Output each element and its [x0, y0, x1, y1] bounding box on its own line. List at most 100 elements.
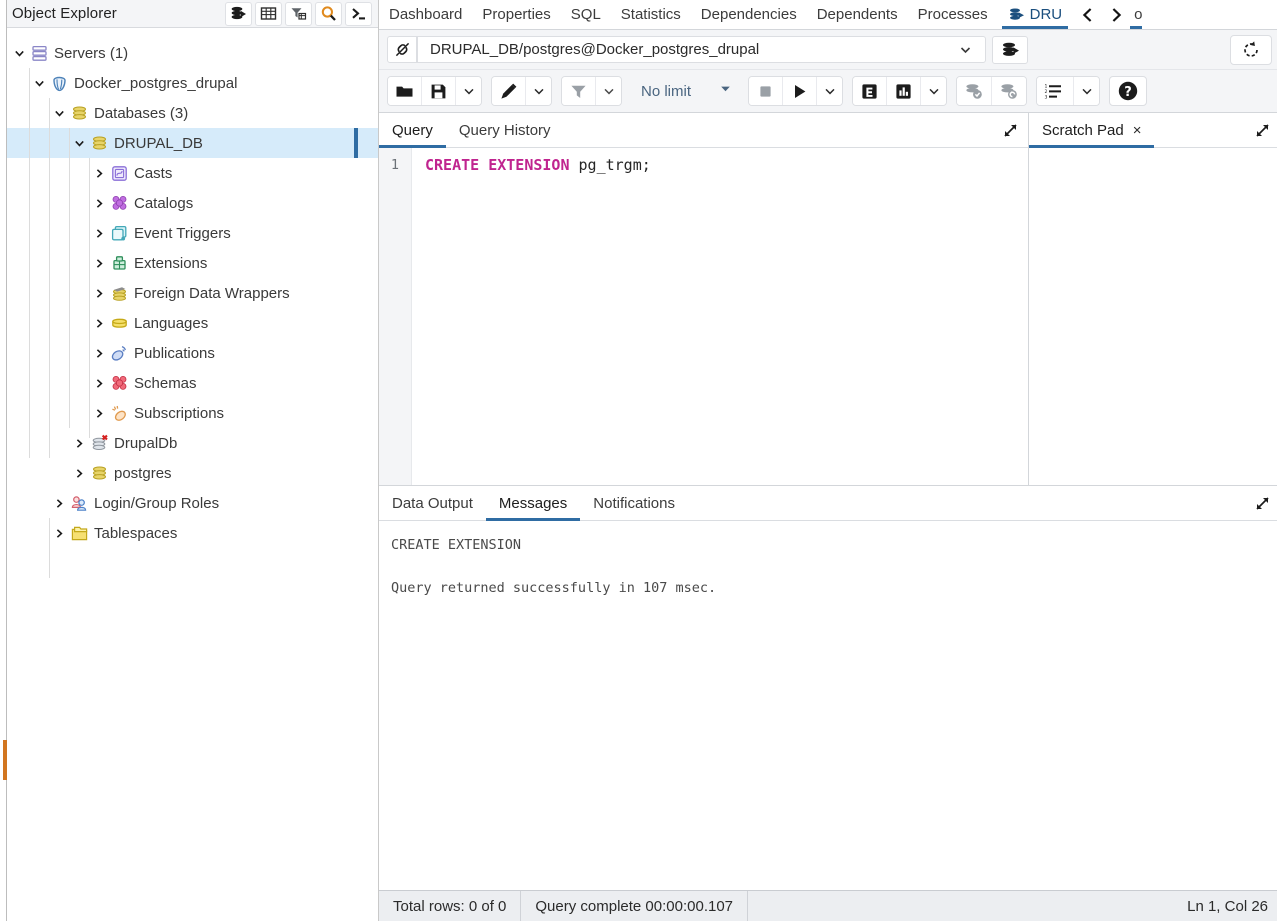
grid-view-icon[interactable]: [255, 1, 282, 26]
chevron-left-icon[interactable]: [1074, 0, 1102, 29]
help-question-icon[interactable]: ?: [1109, 76, 1147, 106]
close-icon[interactable]: ×: [1133, 123, 1142, 138]
commit-check-icon[interactable]: [957, 77, 992, 105]
explain-analyze-bars-icon[interactable]: [887, 77, 921, 105]
chevron-right-icon[interactable]: [90, 287, 108, 300]
pencil-icon[interactable]: [492, 77, 526, 105]
tab-processes[interactable]: Processes: [908, 0, 998, 29]
chevron-down-icon[interactable]: [10, 47, 28, 60]
object-explorer-toolbar: [225, 1, 378, 26]
tab-sql[interactable]: SQL: [561, 0, 611, 29]
row-limit-select[interactable]: No limit: [631, 76, 739, 106]
tree-item-label: DRUPAL_DB: [114, 134, 203, 152]
tab-nav-arrows: [1074, 0, 1130, 29]
tab-dependencies[interactable]: Dependencies: [691, 0, 807, 29]
tree-item-extensions[interactable]: Extensions: [0, 248, 378, 278]
tree-item-tablespaces[interactable]: Tablespaces: [0, 518, 378, 548]
save-floppy-icon[interactable]: [422, 77, 456, 105]
tree-item-casts[interactable]: Casts: [0, 158, 378, 188]
chevron-down-icon[interactable]: [30, 77, 48, 90]
explain-group: [852, 76, 947, 106]
macros-caret-icon[interactable]: [1074, 77, 1099, 105]
chevron-right-icon[interactable]: [90, 227, 108, 240]
chevron-right-icon[interactable]: [90, 317, 108, 330]
execute-caret-icon[interactable]: [817, 77, 842, 105]
folder-open-icon[interactable]: [388, 77, 422, 105]
chevron-right-icon[interactable]: [90, 347, 108, 360]
object-explorer-toggle-icon[interactable]: [225, 1, 252, 26]
tree-item-docker-postgres-drupal[interactable]: Docker_postgres_drupal: [0, 68, 378, 98]
object-tree[interactable]: Servers (1) Docker_postgres_drupal Datab…: [0, 28, 378, 921]
svg-text:3: 3: [1045, 94, 1048, 100]
chevron-down-icon[interactable]: [70, 137, 88, 150]
tab-overflow-partial[interactable]: o: [1130, 0, 1143, 29]
status-total-rows: Total rows: 0 of 0: [379, 890, 522, 921]
rollback-icon[interactable]: [992, 77, 1026, 105]
tab-properties[interactable]: Properties: [472, 0, 560, 29]
tree-item-drupal-db[interactable]: DRUPAL_DB: [0, 128, 378, 158]
reset-icon[interactable]: [1230, 34, 1272, 65]
scratch-pad-tabs[interactable]: Scratch Pad ×: [1029, 113, 1280, 148]
tab-scratch-pad[interactable]: Scratch Pad ×: [1029, 113, 1155, 148]
tree-item-catalogs[interactable]: Catalogs: [0, 188, 378, 218]
new-connection-button[interactable]: [992, 35, 1028, 64]
tab-query-history[interactable]: Query History: [446, 113, 564, 147]
search-icon[interactable]: [315, 1, 342, 26]
stop-square-icon[interactable]: [749, 77, 783, 105]
chevron-right-icon[interactable]: [90, 407, 108, 420]
numbered-list-icon[interactable]: 1 2 3: [1037, 77, 1074, 105]
chevron-right-icon[interactable]: [50, 497, 68, 510]
filter-rows-icon[interactable]: [285, 1, 312, 26]
query-editor-pane: Query Query History 1 CREATE EXTENSION pg…: [379, 113, 1029, 485]
chevron-right-icon[interactable]: [90, 257, 108, 270]
sql-code-area[interactable]: 1 CREATE EXTENSION pg_trgm;: [379, 148, 1028, 485]
save-caret-icon[interactable]: [456, 77, 481, 105]
connection-broken-icon[interactable]: [387, 36, 417, 63]
tree-item-foreign-data-wrappers[interactable]: Foreign Data Wrappers: [0, 278, 378, 308]
edit-caret-icon[interactable]: [526, 77, 551, 105]
funnel-icon[interactable]: [562, 77, 596, 105]
sql-identifier: pg_trgm;: [569, 156, 651, 174]
chevron-right-icon[interactable]: [70, 437, 88, 450]
tree-item-publications[interactable]: Publications: [0, 338, 378, 368]
tab-query-tool[interactable]: DRU: [998, 0, 1073, 29]
play-triangle-icon[interactable]: [783, 77, 817, 105]
query-editor-tabs[interactable]: Query Query History: [379, 113, 1028, 148]
output-tab-strip[interactable]: Data Output Messages Notifications: [379, 486, 1280, 521]
chevron-right-icon[interactable]: [50, 527, 68, 540]
tree-item-schemas[interactable]: Schemas: [0, 368, 378, 398]
object-tab-strip[interactable]: Dashboard Properties SQL Statistics Dependen…: [379, 0, 1280, 30]
chevron-right-icon[interactable]: [90, 377, 108, 390]
terminal-icon[interactable]: [345, 1, 372, 26]
extensions-icon: [108, 253, 130, 273]
connection-select[interactable]: DRUPAL_DB/postgres@Docker_postgres_drupa…: [417, 36, 986, 63]
tree-item-servers-1[interactable]: Servers (1): [0, 38, 378, 68]
expand-diagonal-icon[interactable]: [1244, 486, 1280, 520]
tab-dashboard[interactable]: Dashboard: [379, 0, 472, 29]
expand-diagonal-icon[interactable]: [1244, 113, 1280, 147]
filter-caret-icon[interactable]: [596, 77, 621, 105]
expand-diagonal-icon[interactable]: [992, 113, 1028, 147]
tab-query[interactable]: Query: [379, 113, 446, 148]
sql-code-lines[interactable]: CREATE EXTENSION pg_trgm;: [412, 148, 1028, 485]
tree-item-event-triggers[interactable]: Event Triggers: [0, 218, 378, 248]
explain-e-icon[interactable]: [853, 77, 887, 105]
chevron-down-icon[interactable]: [50, 107, 68, 120]
explain-caret-icon[interactable]: [921, 77, 946, 105]
tree-item-login-group-roles[interactable]: Login/Group Roles: [0, 488, 378, 518]
tree-item-databases-3[interactable]: Databases (3): [0, 98, 378, 128]
tree-item-drupaldb[interactable]: DrupalDb: [0, 428, 378, 458]
chevron-right-icon[interactable]: [1102, 0, 1130, 29]
chevron-right-icon[interactable]: [90, 197, 108, 210]
tab-data-output[interactable]: Data Output: [379, 486, 486, 520]
chevron-right-icon[interactable]: [70, 467, 88, 480]
tree-item-subscriptions[interactable]: Subscriptions: [0, 398, 378, 428]
tab-dependents[interactable]: Dependents: [807, 0, 908, 29]
tab-messages[interactable]: Messages: [485, 486, 581, 521]
tab-notifications[interactable]: Notifications: [580, 486, 688, 520]
tree-item-languages[interactable]: Languages: [0, 308, 378, 338]
tree-item-postgres[interactable]: postgres: [0, 458, 378, 488]
scratch-pad-textarea[interactable]: [1029, 148, 1280, 485]
tab-statistics[interactable]: Statistics: [611, 0, 691, 29]
chevron-right-icon[interactable]: [90, 167, 108, 180]
